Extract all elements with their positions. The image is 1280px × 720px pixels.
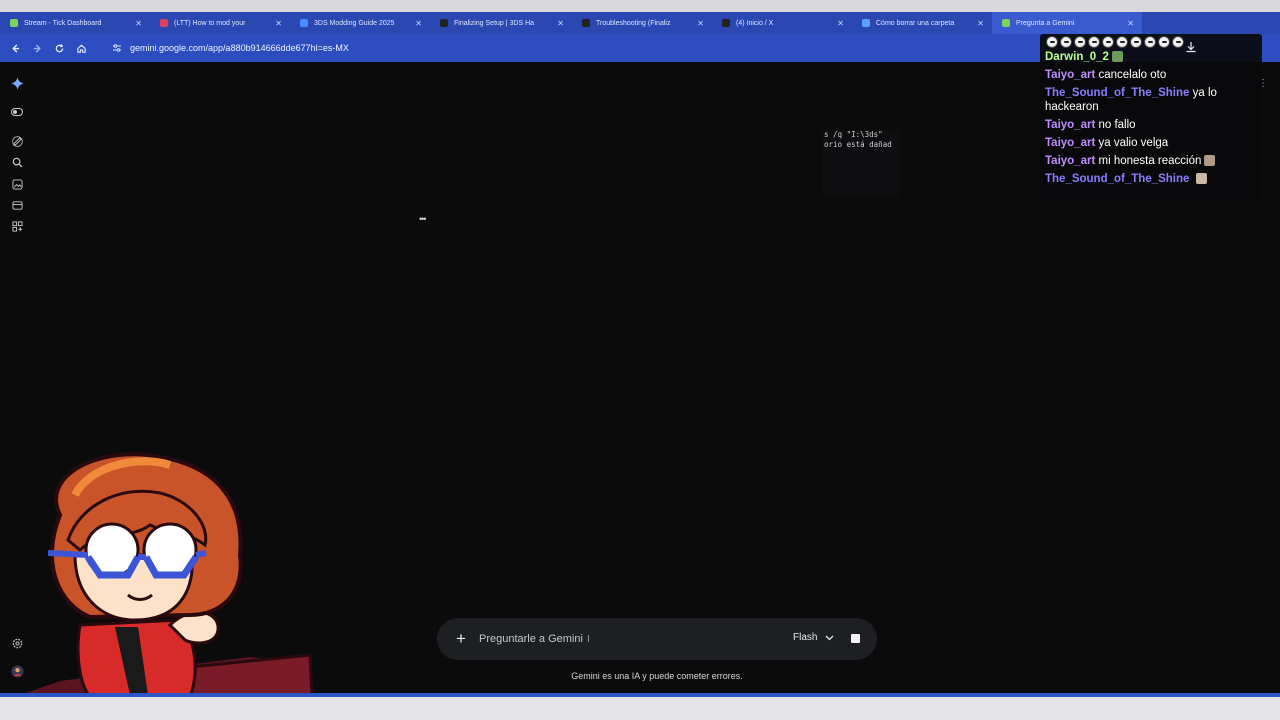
terminal-line: orio está dañad bbox=[824, 140, 892, 149]
tune-icon[interactable] bbox=[110, 41, 124, 55]
tab-favicon bbox=[1002, 19, 1010, 27]
chat-message: Taiyo_art no fallo bbox=[1045, 118, 1258, 132]
home-icon[interactable] bbox=[70, 37, 92, 59]
download-icon[interactable] bbox=[1185, 40, 1199, 54]
url-text: gemini.google.com/app/a880b914666dde677h… bbox=[130, 43, 349, 53]
loading-dots: ••• bbox=[419, 214, 427, 224]
library-icon[interactable] bbox=[10, 198, 24, 212]
tab-favicon bbox=[10, 19, 18, 27]
tab-favicon bbox=[582, 19, 590, 27]
chat-username: Darwin_0_2 bbox=[1045, 51, 1109, 63]
chat-text: no fallo bbox=[1098, 119, 1136, 131]
chat-message: The_Sound_of_The_Shine bbox=[1045, 172, 1258, 186]
chat-text: cancelalo oto bbox=[1098, 69, 1167, 81]
emote-icon bbox=[1074, 36, 1086, 48]
emote-icon bbox=[1130, 36, 1142, 48]
tab-strip: Stream - Tick Dashboard ✕ (LTT) How to mo… bbox=[0, 12, 1280, 34]
tab-close-icon[interactable]: ✕ bbox=[549, 19, 564, 28]
emote-badge-icon bbox=[1111, 51, 1123, 62]
model-label: Flash bbox=[793, 632, 818, 643]
tab-mod-video[interactable]: (LTT) How to mod your ✕ bbox=[150, 12, 290, 34]
address-bar[interactable]: gemini.google.com/app/a880b914666dde677h… bbox=[104, 38, 1034, 58]
back-arrow-icon[interactable] bbox=[4, 37, 26, 59]
tab-close-icon[interactable]: ✕ bbox=[127, 19, 142, 28]
terminal-snippet: s /q "I:\3ds" orio está dañad bbox=[822, 130, 900, 196]
emote-icon bbox=[1158, 36, 1170, 48]
chat-message: Taiyo_art mi honesta reacción bbox=[1045, 154, 1258, 168]
chat-message: Taiyo_art cancelalo oto bbox=[1045, 68, 1258, 82]
terminal-line: s /q "I:\3ds" bbox=[824, 130, 883, 139]
reload-icon[interactable] bbox=[48, 37, 70, 59]
chevron-down-icon bbox=[825, 635, 834, 640]
chat-username: The_Sound_of_The_Shine bbox=[1045, 173, 1190, 185]
kebab-icon[interactable]: ⋮ bbox=[1258, 78, 1268, 92]
emote-badge-icon bbox=[1204, 155, 1216, 166]
chat-message: Taiyo_art ya valio velga bbox=[1045, 136, 1258, 150]
emote-badge-icon bbox=[1195, 173, 1207, 184]
emote-icon bbox=[1102, 36, 1114, 48]
chat-message: The_Sound_of_The_Shine ya lo hackearon bbox=[1045, 86, 1258, 114]
prompt-box[interactable]: + Preguntarle a Gemini I Flash bbox=[437, 618, 877, 660]
apps-icon[interactable] bbox=[10, 219, 24, 233]
tab-gemini[interactable]: Pregunta a Gemini ✕ bbox=[992, 12, 1142, 34]
model-selector[interactable]: Flash bbox=[793, 632, 834, 643]
chat-username: Taiyo_art bbox=[1045, 155, 1096, 167]
tab-close-icon[interactable]: ✕ bbox=[267, 19, 282, 28]
stop-button[interactable] bbox=[851, 634, 860, 643]
emote-icon bbox=[1172, 36, 1184, 48]
tab-stream-dashboard[interactable]: Stream - Tick Dashboard ✕ bbox=[0, 12, 150, 34]
tab-close-icon[interactable]: ✕ bbox=[1119, 19, 1134, 28]
tab-close-icon[interactable]: ✕ bbox=[969, 19, 984, 28]
search-icon[interactable] bbox=[10, 155, 24, 169]
tab-favicon bbox=[862, 19, 870, 27]
chat-username: Taiyo_art bbox=[1045, 69, 1096, 81]
tab-3ds-guide[interactable]: 3DS Modding Guide 2025 ✕ bbox=[290, 12, 430, 34]
chat-text: mi honesta reacción bbox=[1098, 155, 1202, 167]
text-cursor-icon: I bbox=[586, 633, 590, 645]
chat-text: ya valio velga bbox=[1098, 137, 1169, 149]
tab-troubleshooting[interactable]: Troubleshooting (Finaliz ✕ bbox=[572, 12, 712, 34]
emote-icon bbox=[1060, 36, 1072, 48]
forward-arrow-icon[interactable] bbox=[26, 37, 48, 59]
tab-close-icon[interactable]: ✕ bbox=[829, 19, 844, 28]
add-attachment-icon[interactable]: + bbox=[453, 629, 469, 648]
tab-borrar-carpeta[interactable]: Cómo borrar una carpeta ✕ bbox=[852, 12, 992, 34]
emote-icon bbox=[1144, 36, 1156, 48]
gemini-star-icon[interactable] bbox=[10, 76, 24, 90]
disclaimer-text: Gemini es una IA y puede cometer errores… bbox=[571, 671, 743, 681]
tab-close-icon[interactable]: ✕ bbox=[407, 19, 422, 28]
chat-username: Taiyo_art bbox=[1045, 137, 1096, 149]
tab-favicon bbox=[300, 19, 308, 27]
tab-finalizing-setup[interactable]: Finalizing Setup | 3DS Ha ✕ bbox=[430, 12, 572, 34]
toggle-icon[interactable] bbox=[10, 105, 24, 119]
chat-username: The_Sound_of_The_Shine bbox=[1045, 87, 1190, 99]
streamer-avatar bbox=[20, 452, 314, 697]
emote-icon bbox=[1116, 36, 1128, 48]
new-chat-icon[interactable] bbox=[10, 134, 24, 148]
screen: Stream - Tick Dashboard ✕ (LTT) How to mo… bbox=[0, 0, 1280, 720]
tab-close-icon[interactable]: ✕ bbox=[689, 19, 704, 28]
gallery-icon[interactable] bbox=[10, 177, 24, 191]
emote-icon bbox=[1088, 36, 1100, 48]
chat-username: Taiyo_art bbox=[1045, 119, 1096, 131]
emote-row bbox=[1046, 36, 1258, 48]
chat-message: Darwin_0_2 bbox=[1045, 50, 1258, 64]
tab-favicon bbox=[440, 19, 448, 27]
stream-chat-overlay: Darwin_0_2 Taiyo_art cancelalo oto The_S… bbox=[1040, 34, 1262, 202]
monitor-bottom-edge bbox=[0, 697, 1280, 720]
tab-x-inicio[interactable]: (4) Inicio / X ✕ bbox=[712, 12, 852, 34]
emote-icon bbox=[1046, 36, 1058, 48]
prompt-placeholder[interactable]: Preguntarle a Gemini bbox=[479, 633, 583, 645]
tab-favicon bbox=[160, 19, 168, 27]
tab-favicon bbox=[722, 19, 730, 27]
